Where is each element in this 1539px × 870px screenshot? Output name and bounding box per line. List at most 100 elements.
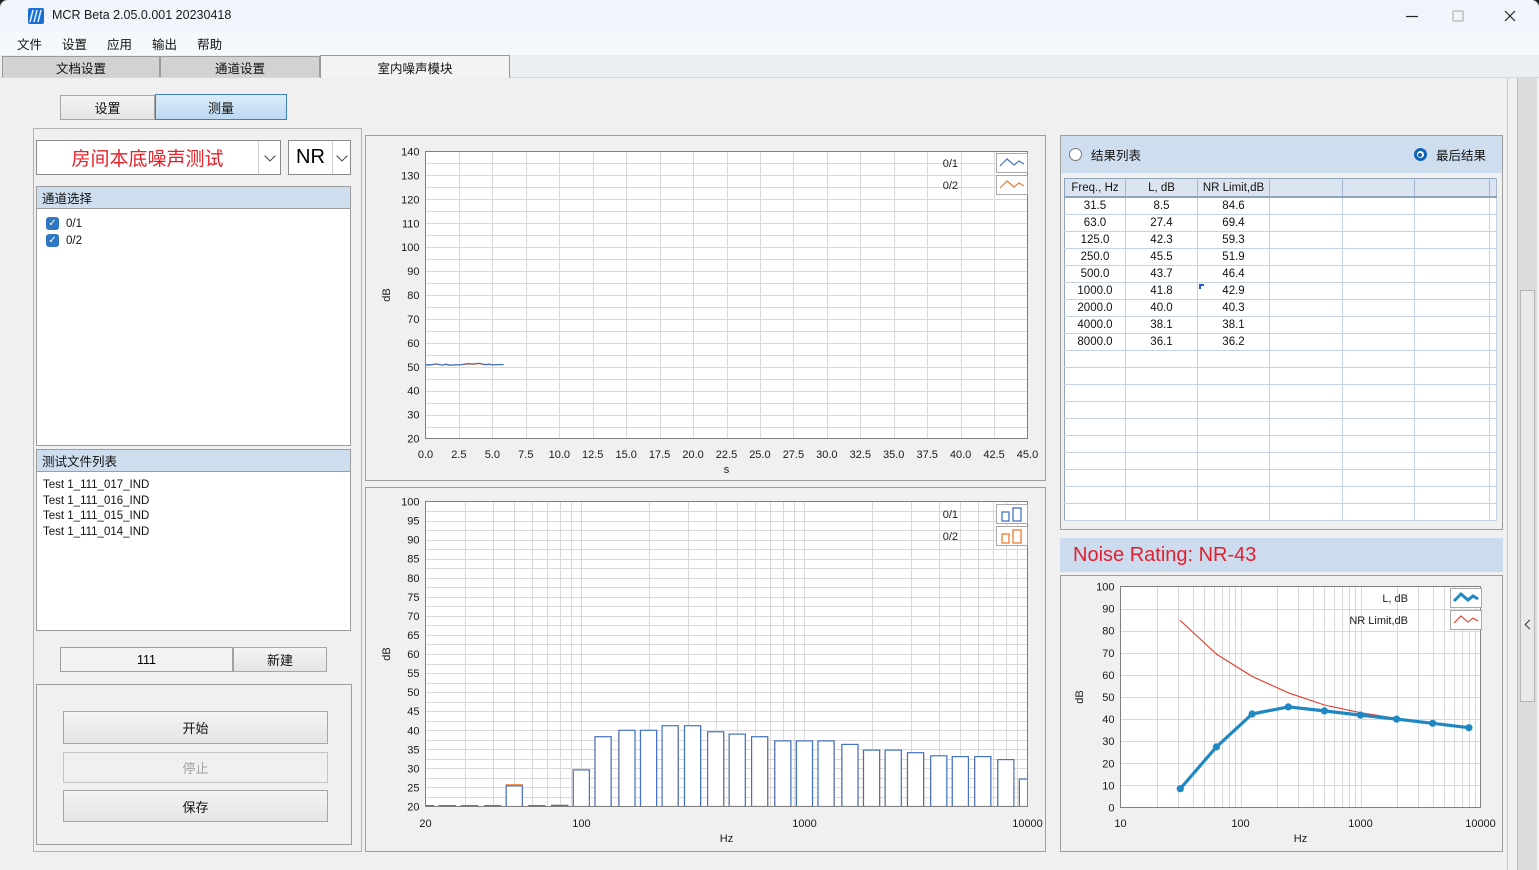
tabstrip: 文档设置 通道设置 室内噪声模块 <box>0 55 1539 78</box>
nr-chart-box: 010203040506070809010010100100010000HzdB… <box>1060 575 1503 852</box>
svg-text:80: 80 <box>1102 626 1114 638</box>
start-button[interactable]: 开始 <box>63 711 328 744</box>
test-type-combobox[interactable]: 房间本底噪声测试 <box>36 140 281 175</box>
cell-annotation-marker <box>1199 284 1204 289</box>
table-row[interactable]: 2000.040.040.3 <box>1065 300 1497 317</box>
collapse-panel-button[interactable] <box>1520 290 1535 702</box>
table-empty-row[interactable] <box>1065 402 1497 419</box>
svg-text:55: 55 <box>407 668 419 680</box>
svg-text:80: 80 <box>407 290 419 302</box>
table-row[interactable]: 4000.038.138.1 <box>1065 317 1497 334</box>
svg-text:120: 120 <box>401 194 419 206</box>
window-title: MCR Beta 2.05.0.001 20230418 <box>52 8 231 22</box>
subtab-settings-button[interactable]: 设置 <box>60 95 155 120</box>
tab-document-settings[interactable]: 文档设置 <box>2 56 160 77</box>
table-empty-row[interactable] <box>1065 351 1497 368</box>
table-header-row: Freq., Hz L, dB NR Limit,dB <box>1065 179 1497 198</box>
table-empty-row[interactable] <box>1065 419 1497 436</box>
svg-text:10000: 10000 <box>1012 818 1043 830</box>
table-empty-row[interactable] <box>1065 368 1497 385</box>
svg-text:0: 0 <box>1108 803 1114 815</box>
channel-row-0-2[interactable]: ✓ 0/2 <box>37 232 350 249</box>
svg-text:s: s <box>724 464 730 476</box>
svg-text:25: 25 <box>407 782 419 794</box>
close-button[interactable] <box>1481 0 1539 32</box>
channel-selection-box: 通道选择 ✓ 0/1 ✓ 0/2 <box>36 186 351 446</box>
save-button[interactable]: 保存 <box>63 790 328 822</box>
file-list-item[interactable]: Test 1_111_017_IND <box>37 478 350 494</box>
last-result-label: 最后结果 <box>1436 145 1486 164</box>
menu-application[interactable]: 应用 <box>97 32 142 55</box>
radio-selected-icon[interactable] <box>1414 148 1427 161</box>
svg-text:45.0: 45.0 <box>1017 449 1038 461</box>
table-row[interactable]: 1000.041.842.9 <box>1065 283 1497 300</box>
file-list-item[interactable]: Test 1_111_016_IND <box>37 494 350 510</box>
result-list-radio[interactable]: 结果列表 <box>1069 145 1141 164</box>
table-empty-row[interactable] <box>1065 436 1497 453</box>
checkbox-checked-icon[interactable]: ✓ <box>46 234 59 247</box>
svg-text:42.5: 42.5 <box>983 449 1004 461</box>
menu-output[interactable]: 输出 <box>142 32 187 55</box>
result-list-label: 结果列表 <box>1091 145 1141 164</box>
svg-text:dB: dB <box>381 647 393 660</box>
svg-text:40: 40 <box>1102 714 1114 726</box>
table-empty-row[interactable] <box>1065 487 1497 504</box>
svg-text:100: 100 <box>401 497 419 509</box>
test-name-input[interactable] <box>60 647 233 672</box>
spectrum-chart-box: 2025303540455055606570758085909510020100… <box>365 487 1046 852</box>
svg-text:40.0: 40.0 <box>950 449 971 461</box>
chevron-down-icon[interactable] <box>332 141 350 174</box>
table-empty-row[interactable] <box>1065 470 1497 487</box>
menu-settings[interactable]: 设置 <box>52 32 97 55</box>
svg-text:17.5: 17.5 <box>649 449 670 461</box>
panel-divider <box>1507 78 1508 870</box>
svg-text:140: 140 <box>401 147 419 159</box>
tab-channel-settings[interactable]: 通道设置 <box>160 56 320 77</box>
noise-rating-banner: Noise Rating: NR-43 <box>1060 538 1503 572</box>
table-row[interactable]: 500.043.746.4 <box>1065 266 1497 283</box>
radio-unselected-icon[interactable] <box>1069 148 1082 161</box>
table-row[interactable]: 63.027.469.4 <box>1065 215 1497 232</box>
stop-button[interactable]: 停止 <box>63 752 328 783</box>
chevron-down-icon[interactable] <box>258 141 280 174</box>
svg-text:L, dB: L, dB <box>1382 593 1408 605</box>
svg-text:100: 100 <box>1096 582 1114 594</box>
menu-help[interactable]: 帮助 <box>187 32 232 55</box>
svg-text:70: 70 <box>407 314 419 326</box>
menu-file[interactable]: 文件 <box>7 32 52 55</box>
minimize-button[interactable] <box>1389 0 1435 32</box>
file-list-item[interactable]: Test 1_111_014_IND <box>37 525 350 541</box>
table-row[interactable]: 125.042.359.3 <box>1065 232 1497 249</box>
subtab-measure-button[interactable]: 测量 <box>155 94 287 120</box>
maximize-button[interactable] <box>1435 0 1481 32</box>
tab-indoor-noise-module[interactable]: 室内噪声模块 <box>320 55 510 78</box>
table-row[interactable]: 250.045.551.9 <box>1065 249 1497 266</box>
file-list-item[interactable]: Test 1_111_015_IND <box>37 509 350 525</box>
channel-row-0-1[interactable]: ✓ 0/1 <box>37 215 350 232</box>
rating-value: NR <box>289 141 332 174</box>
svg-text:70: 70 <box>407 611 419 623</box>
table-row[interactable]: 8000.036.136.2 <box>1065 334 1497 351</box>
channel-label: 0/2 <box>66 235 82 247</box>
svg-text:20.0: 20.0 <box>682 449 703 461</box>
results-box: 结果列表 最后结果 Freq., Hz L, dB NR Limit,dB 31… <box>1060 135 1503 530</box>
table-row[interactable]: 31.58.584.6 <box>1065 197 1497 215</box>
checkbox-checked-icon[interactable]: ✓ <box>46 217 59 230</box>
last-result-radio[interactable]: 最后结果 <box>1414 145 1486 164</box>
table-empty-row[interactable] <box>1065 453 1497 470</box>
new-button[interactable]: 新建 <box>233 647 327 672</box>
rating-combobox[interactable]: NR <box>288 140 351 175</box>
svg-text:90: 90 <box>1102 604 1114 616</box>
svg-text:32.5: 32.5 <box>850 449 871 461</box>
table-empty-row[interactable] <box>1065 504 1497 521</box>
svg-text:40: 40 <box>407 386 419 398</box>
table-empty-row[interactable] <box>1065 385 1497 402</box>
svg-text:20: 20 <box>407 434 419 446</box>
svg-text:50: 50 <box>1102 692 1114 704</box>
svg-text:10000: 10000 <box>1465 818 1496 830</box>
svg-text:100: 100 <box>401 242 419 254</box>
time-history-chart-box: 20304050607080901001101201301400.02.55.0… <box>365 135 1046 481</box>
svg-text:50: 50 <box>407 362 419 374</box>
col-freq: Freq., Hz <box>1065 179 1126 198</box>
svg-text:30: 30 <box>407 410 419 422</box>
